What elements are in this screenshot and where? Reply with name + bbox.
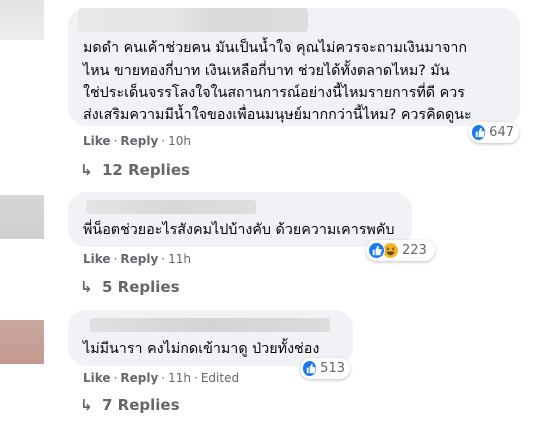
reaction-count: 223 (402, 243, 427, 258)
separator: · (113, 252, 118, 266)
reply-arrow-icon: ↳ (80, 161, 93, 179)
comment-actions: Like · Reply · 10h (83, 134, 191, 148)
separator: · (113, 371, 118, 385)
reaction-summary[interactable]: 513 (300, 358, 350, 379)
like-button[interactable]: Like (83, 134, 111, 148)
avatar[interactable] (0, 320, 44, 364)
reaction-count: 513 (320, 361, 345, 376)
like-button[interactable]: Like (83, 371, 111, 385)
like-button[interactable]: Like (83, 252, 111, 266)
comment-actions: Like · Reply · 11h · Edited (83, 371, 239, 385)
reply-arrow-icon: ↳ (80, 278, 93, 296)
reply-button[interactable]: Reply (120, 134, 158, 148)
avatar[interactable] (0, 195, 44, 239)
comment-text-line: ไม่มีนารา คงไม่กดเข้ามาดู ป่วยทั้งช่อง (83, 341, 320, 357)
like-icon (302, 360, 318, 377)
timestamp[interactable]: 11h (168, 371, 191, 385)
replies-label: 7 Replies (102, 396, 180, 414)
reply-arrow-icon: ↳ (80, 396, 93, 414)
timestamp[interactable]: 10h (168, 134, 191, 148)
commenter-name-redacted[interactable] (86, 200, 256, 214)
reaction-summary[interactable]: 647 (469, 122, 519, 143)
like-icon (368, 242, 385, 259)
comment-text-line: มดดำ คนเค้าช่วยคน มันเป็นน้ำใจ คุณไม่ควร… (83, 40, 468, 56)
comment-text-line: ส่งเสริมความมีน้ำใจของเพื่อนมนุษย์มากกว่… (83, 107, 472, 123)
avatar[interactable] (0, 0, 44, 40)
commenter-name-redacted[interactable] (78, 8, 308, 32)
comment-text-line: ใช่ประเด็นจรรโลงใจในสถานการณ์อย่างนี้ไหม… (83, 85, 465, 101)
separator: · (161, 371, 166, 385)
reaction-summary[interactable]: 223 (366, 240, 435, 261)
replies-label: 12 Replies (102, 161, 190, 179)
commenter-name-redacted[interactable] (90, 318, 330, 332)
reply-button[interactable]: Reply (120, 252, 158, 266)
view-replies-button[interactable]: ↳ 12 Replies (80, 161, 190, 179)
replies-label: 5 Replies (102, 278, 180, 296)
view-replies-button[interactable]: ↳ 7 Replies (80, 396, 180, 414)
comment-actions: Like · Reply · 11h (83, 252, 191, 266)
separator: · (113, 134, 118, 148)
timestamp[interactable]: 11h (168, 252, 191, 266)
like-icon (471, 124, 487, 141)
edited-label: Edited (200, 371, 240, 385)
separator: · (161, 134, 166, 148)
reply-button[interactable]: Reply (120, 371, 158, 385)
comment-text-line: พี่น็อตช่วยอะไรสังคมไปบ้างคับ ด้วยความเค… (83, 222, 395, 238)
reaction-count: 647 (489, 125, 514, 140)
separator: · (161, 252, 166, 266)
view-replies-button[interactable]: ↳ 5 Replies (80, 278, 180, 296)
separator: · (194, 371, 198, 385)
comment-text-line: ไหน ขายทองกี่บาท เงินเหลือกี่บาท ช่วยได้… (83, 63, 450, 79)
